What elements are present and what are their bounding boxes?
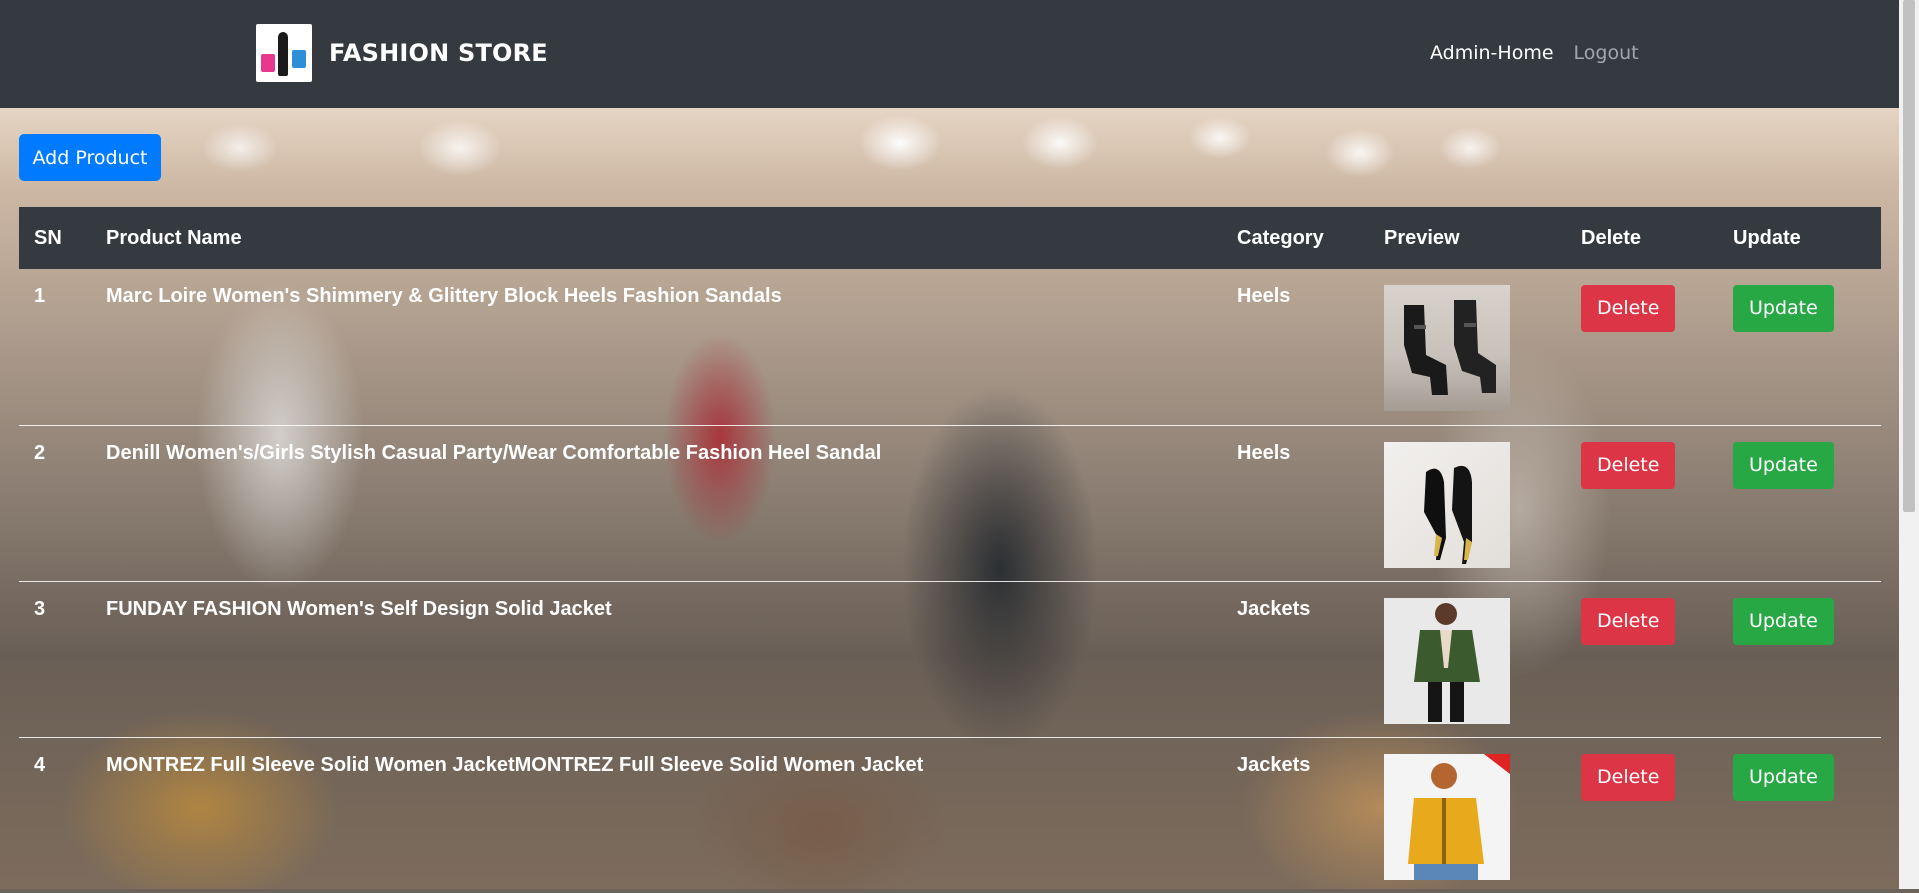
- row-delete-cell: Delete: [1566, 581, 1718, 737]
- green-leather-jacket-image: [1384, 597, 1510, 724]
- row-product-name: Denill Women's/Girls Stylish Casual Part…: [106, 441, 882, 464]
- row-category: Jackets: [1237, 753, 1311, 776]
- table-row: 4 MONTREZ Full Sleeve Solid Women Jacket…: [19, 737, 1881, 893]
- row-sn: 2: [34, 441, 46, 464]
- row-preview: [1369, 425, 1566, 581]
- row-product-name: Marc Loire Women's Shimmery & Glittery B…: [106, 285, 782, 307]
- row-delete-cell: Delete: [1566, 269, 1718, 425]
- scrollbar-thumb[interactable]: [1903, 0, 1915, 512]
- nav-logout-link[interactable]: Logout: [1574, 42, 1639, 64]
- header-product-name: Product Name: [106, 226, 242, 249]
- header-sn: SN: [34, 226, 62, 249]
- table-row: 1 Marc Loire Women's Shimmery & Glittery…: [19, 269, 1881, 425]
- update-button[interactable]: Update: [1733, 597, 1834, 645]
- table-row: 3 FUNDAY FASHION Women's Self Design Sol…: [19, 581, 1881, 737]
- header-update: Update: [1733, 226, 1801, 249]
- row-sn: 3: [34, 597, 46, 620]
- row-sn: 1: [34, 285, 46, 307]
- row-delete-cell: Delete: [1566, 737, 1718, 893]
- row-update-cell: Update: [1718, 269, 1881, 425]
- row-category: Heels: [1237, 441, 1291, 464]
- row-update-cell: Update: [1718, 425, 1881, 581]
- vertical-scrollbar[interactable]: [1899, 0, 1919, 889]
- delete-button[interactable]: Delete: [1581, 753, 1676, 801]
- row-product-name: FUNDAY FASHION Women's Self Design Solid…: [106, 597, 612, 620]
- delete-button[interactable]: Delete: [1581, 285, 1676, 332]
- row-preview: [1369, 581, 1566, 737]
- nav-admin-home-link[interactable]: Admin-Home: [1430, 42, 1554, 64]
- black-stiletto-heels-image: [1384, 441, 1510, 568]
- row-category: Jackets: [1237, 597, 1311, 620]
- header-category: Category: [1237, 226, 1324, 249]
- row-update-cell: Update: [1718, 737, 1881, 893]
- store-logo-icon: [256, 24, 312, 82]
- navbar: FASHION STORE Admin-Home Logout: [0, 0, 1899, 108]
- row-preview: [1369, 269, 1566, 425]
- table-row: 2 Denill Women's/Girls Stylish Casual Pa…: [19, 425, 1881, 581]
- nav-links: Admin-Home Logout: [1430, 42, 1639, 64]
- table-header-row: SN Product Name Category Preview Delete …: [19, 207, 1881, 269]
- products-table: SN Product Name Category Preview Delete …: [19, 207, 1881, 893]
- delete-button[interactable]: Delete: [1581, 597, 1676, 645]
- header-delete: Delete: [1581, 226, 1642, 249]
- row-category: Heels: [1237, 285, 1291, 307]
- update-button[interactable]: Update: [1733, 285, 1834, 332]
- yellow-puffer-jacket-image: [1384, 753, 1510, 880]
- row-preview: [1369, 737, 1566, 893]
- brand[interactable]: FASHION STORE: [256, 24, 548, 82]
- row-product-name: MONTREZ Full Sleeve Solid Women JacketMO…: [106, 753, 924, 776]
- header-preview: Preview: [1384, 226, 1460, 249]
- update-button[interactable]: Update: [1733, 441, 1834, 489]
- row-sn: 4: [34, 753, 46, 776]
- add-product-button[interactable]: Add Product: [19, 134, 161, 181]
- black-block-heel-sandals-image: [1384, 285, 1510, 411]
- row-delete-cell: Delete: [1566, 425, 1718, 581]
- delete-button[interactable]: Delete: [1581, 441, 1676, 489]
- update-button[interactable]: Update: [1733, 753, 1834, 801]
- row-update-cell: Update: [1718, 581, 1881, 737]
- brand-name: FASHION STORE: [329, 39, 548, 67]
